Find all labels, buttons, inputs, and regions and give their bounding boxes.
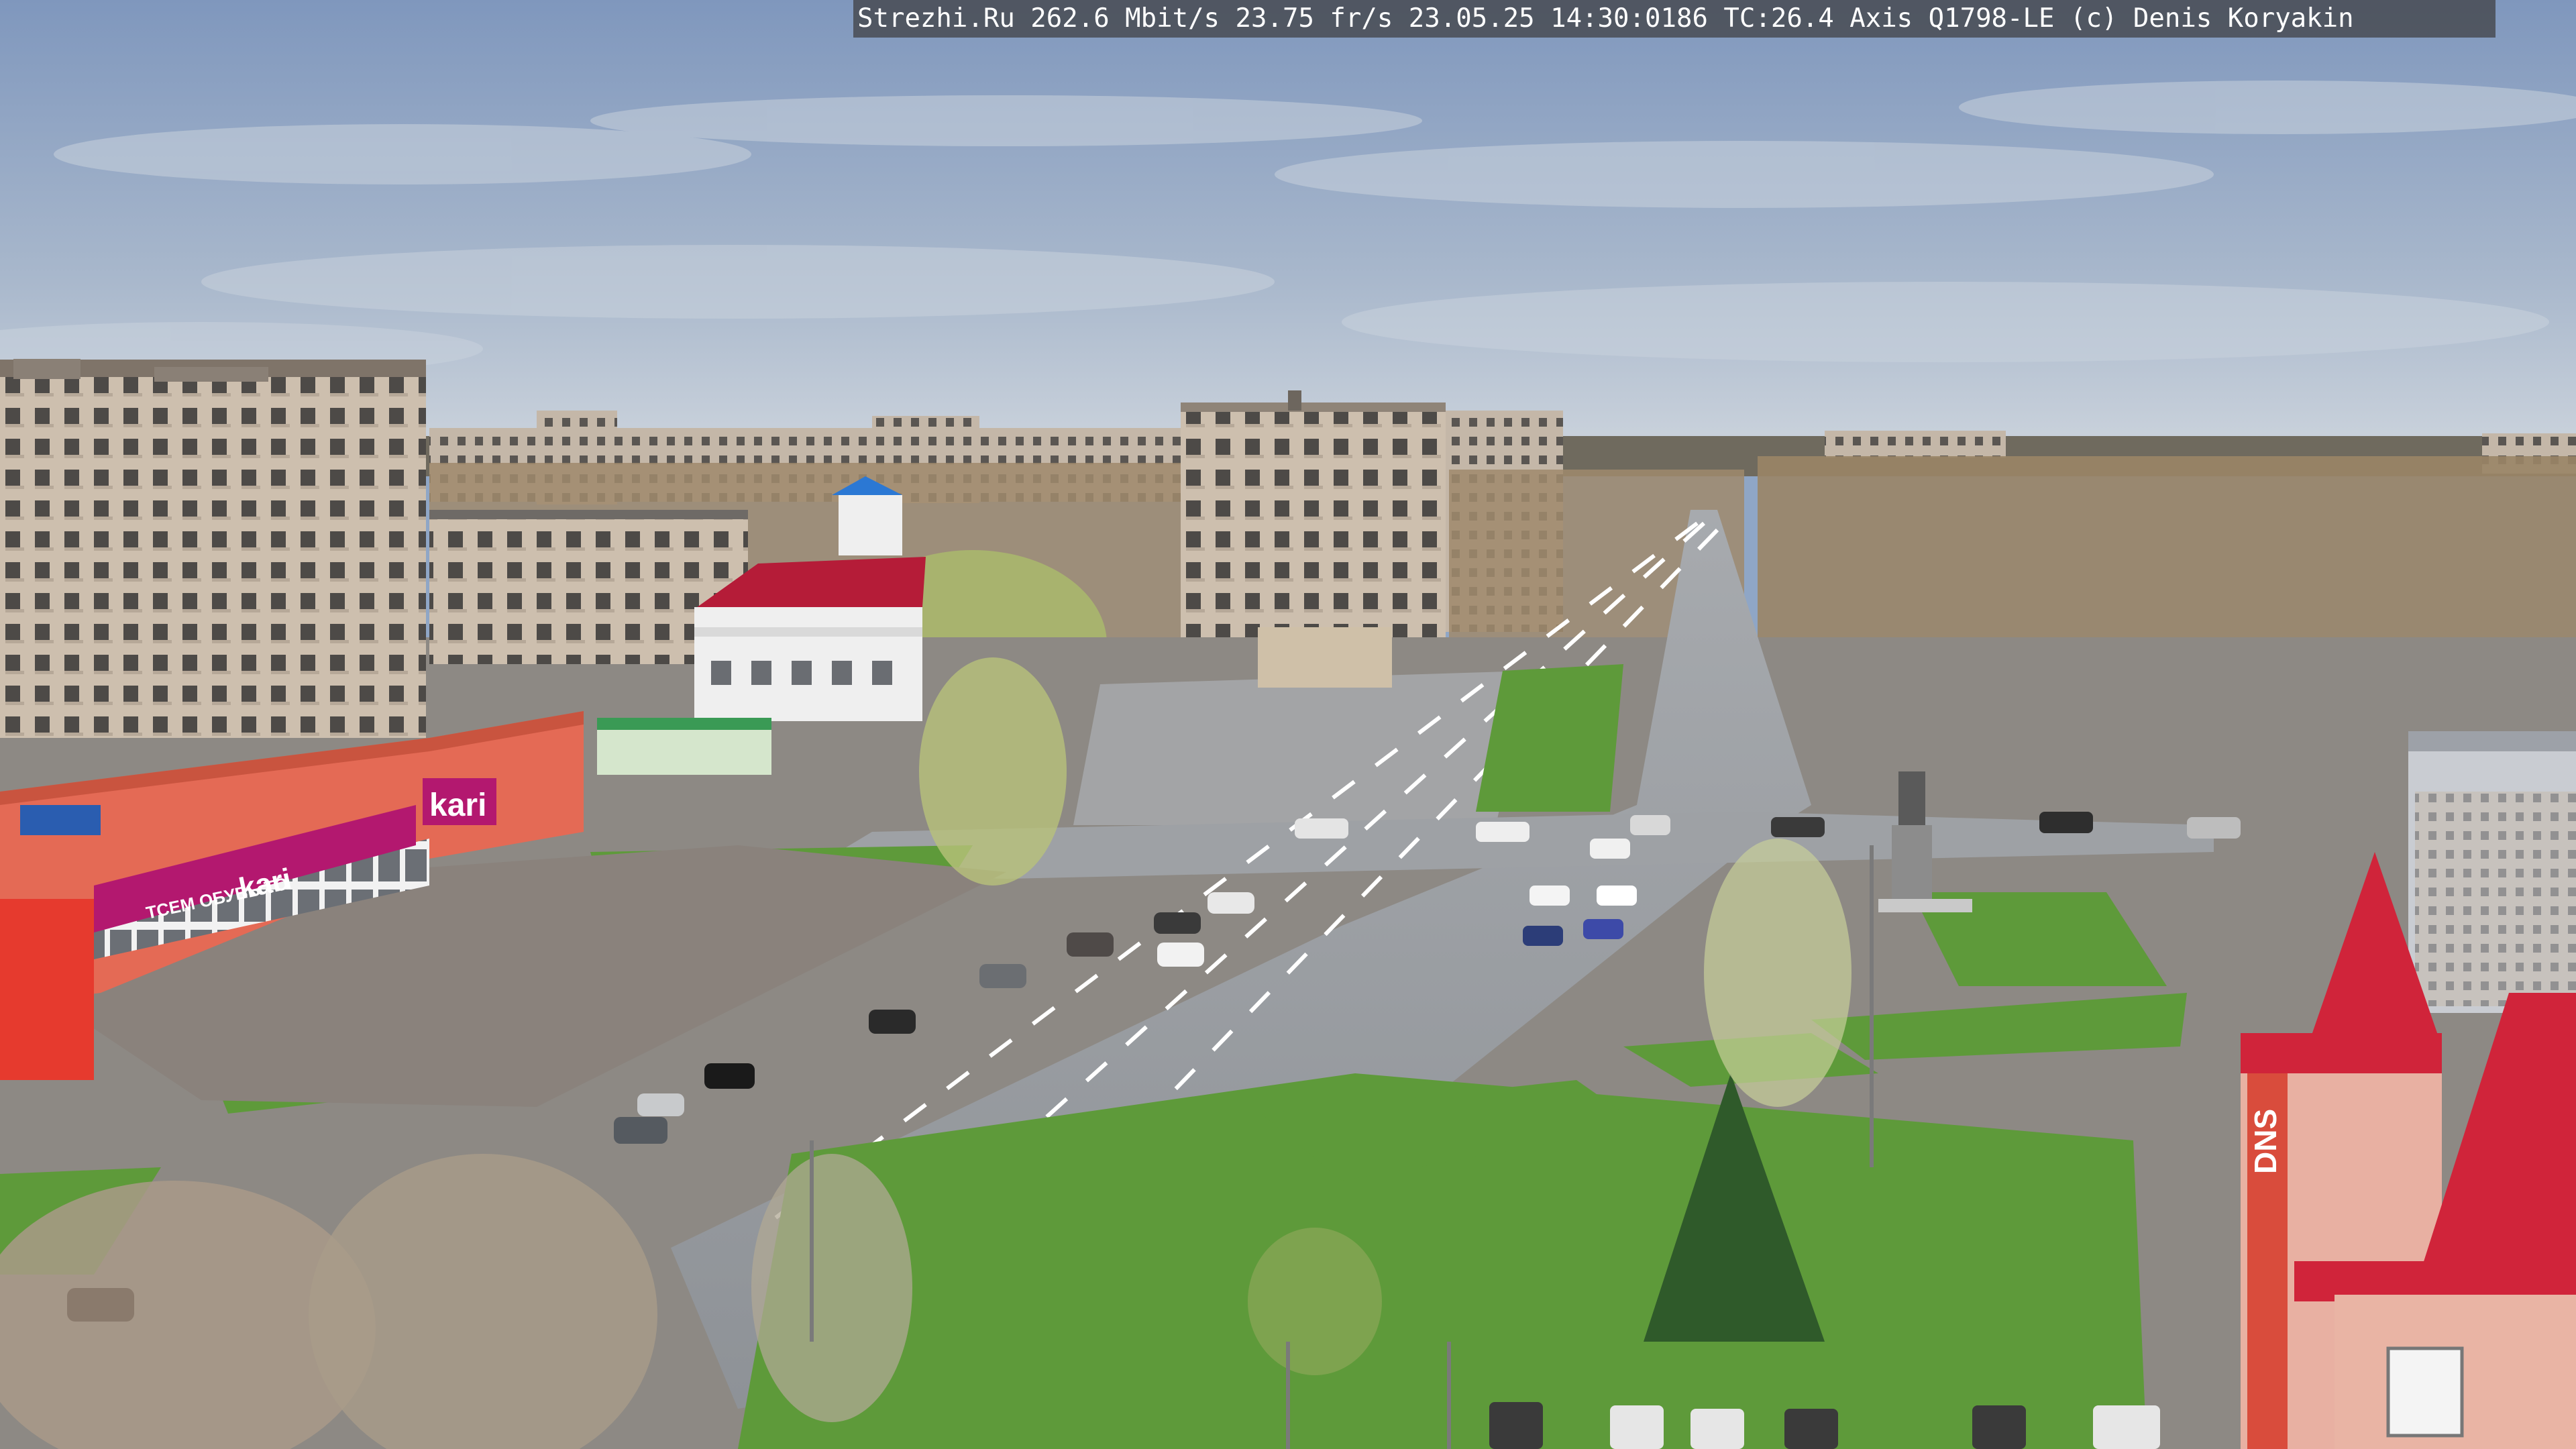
left-apartment-block xyxy=(0,359,426,738)
shop-tower-sign: DNS xyxy=(2248,1109,2283,1174)
central-high-rise xyxy=(1181,390,1446,639)
street-webcam-scene: ТСЕМ ОБУВЬ ТО kari kari DNS xyxy=(0,0,2576,1449)
right-public-building xyxy=(2408,731,2576,1013)
camera-info-overlay: Strezhi.Ru 262.6 Mbit/s 23.75 fr/s 23.05… xyxy=(853,0,2496,38)
central-low-building xyxy=(1258,627,1392,688)
parking-lot xyxy=(1073,671,1529,825)
store-logo: kari xyxy=(429,788,486,823)
